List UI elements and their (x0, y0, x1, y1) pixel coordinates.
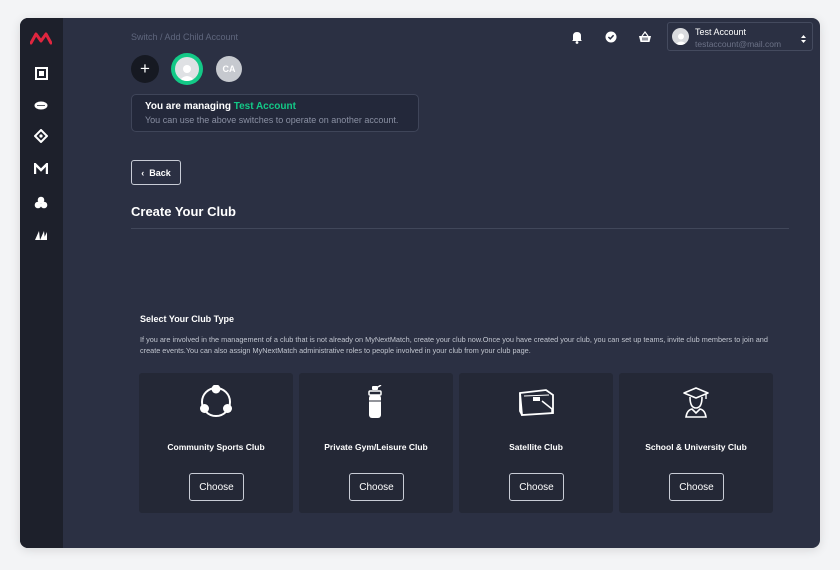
chevron-left-icon: ‹ (141, 167, 145, 178)
user-avatar-icon (674, 33, 687, 45)
add-child-account-button[interactable]: + (131, 55, 159, 83)
app-window: Switch / Add Child Account + CA You are … (20, 18, 820, 548)
managing-hint: You can use the above switches to operat… (145, 115, 399, 125)
main-content: Switch / Add Child Account + CA You are … (63, 18, 820, 548)
logo-icon[interactable] (29, 26, 53, 50)
managing-text: You are managing Test Account (145, 101, 296, 112)
choose-private-gym-button[interactable]: Choose (349, 473, 404, 501)
back-button[interactable]: ‹ Back (131, 160, 181, 185)
club-type-card-private-gym: Private Gym/Leisure Club Choose (299, 373, 453, 513)
account-name: Test Account (695, 27, 747, 37)
dashboard-icon[interactable] (29, 61, 53, 85)
account-avatar (672, 28, 689, 45)
briefcase-icon (459, 385, 613, 419)
choose-community-button[interactable]: Choose (189, 473, 244, 501)
tag-icon[interactable] (29, 124, 53, 148)
section-title: Select Your Club Type (140, 314, 235, 324)
active-account-avatar[interactable] (171, 53, 203, 85)
back-label: Back (149, 167, 171, 178)
choose-satellite-button[interactable]: Choose (509, 473, 564, 501)
managing-account-notice: You are managing Test Account You can us… (131, 94, 419, 132)
child-account-avatar[interactable]: CA (216, 56, 242, 82)
football-icon[interactable] (29, 93, 53, 117)
user-avatar-icon (179, 65, 195, 81)
page-title: Create Your Club (131, 204, 236, 219)
club-type-card-school: School & University Club Choose (619, 373, 773, 513)
title-divider (131, 228, 789, 229)
basket-icon[interactable] (638, 30, 652, 44)
club-type-title: Community Sports Club (167, 442, 265, 452)
club-type-title: Satellite Club (509, 442, 563, 452)
managing-account-name: Test Account (233, 101, 296, 112)
breadcrumb[interactable]: Switch / Add Child Account (131, 32, 238, 42)
choose-school-button[interactable]: Choose (669, 473, 724, 501)
check-circle-icon[interactable] (604, 30, 618, 44)
account-email: testaccount@mail.com (695, 39, 782, 49)
chevron-up-down-icon[interactable] (800, 31, 807, 49)
bell-icon[interactable] (570, 30, 584, 44)
section-description: If you are involved in the management of… (140, 335, 768, 355)
arena-icon[interactable] (29, 223, 53, 247)
club-type-title: Private Gym/Leisure Club (324, 442, 428, 452)
club-type-card-satellite: Satellite Club Choose (459, 373, 613, 513)
club-type-card-community: Community Sports Club Choose (139, 373, 293, 513)
community-icon (139, 385, 293, 419)
mynextmatch-icon[interactable] (29, 157, 53, 181)
water-bottle-icon (299, 385, 453, 419)
account-menu[interactable]: Test Account testaccount@mail.com (667, 22, 813, 51)
graduate-icon (619, 385, 773, 419)
groups-icon[interactable] (29, 190, 53, 214)
managing-prefix: You are managing (145, 101, 231, 112)
club-type-title: School & University Club (645, 442, 747, 452)
sidebar (20, 18, 63, 548)
